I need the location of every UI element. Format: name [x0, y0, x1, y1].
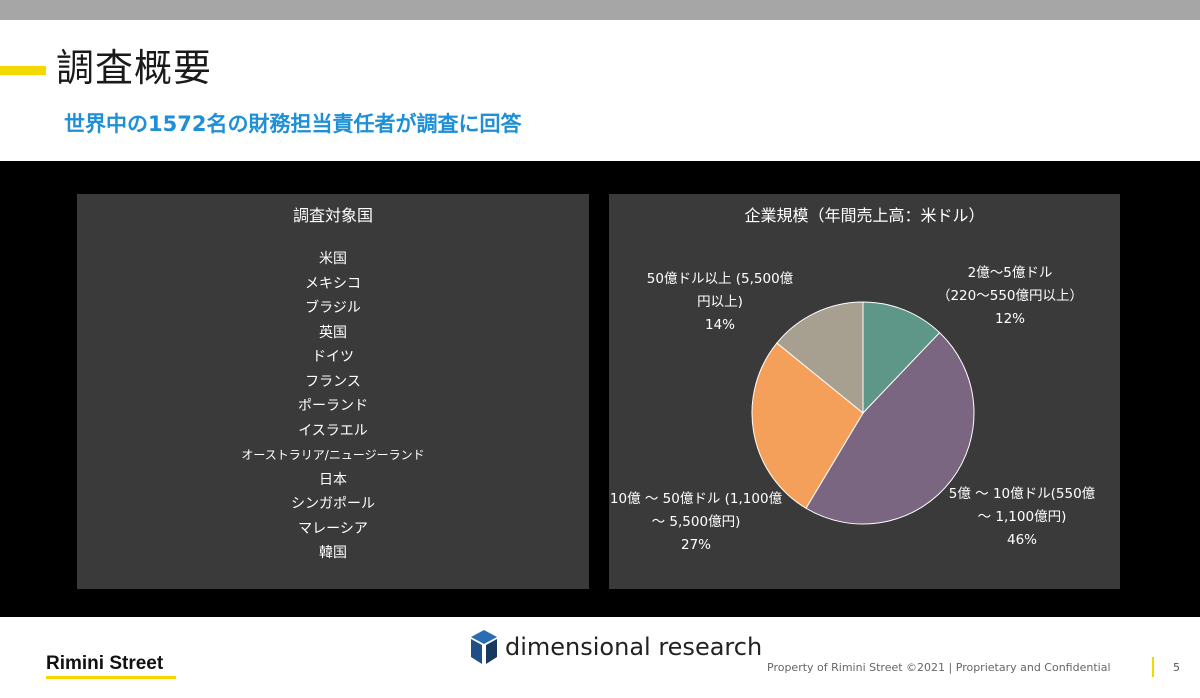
slice-label-line: 50億ドル以上 (5,500億 — [646, 271, 794, 287]
slice-percent: 46% — [1006, 532, 1037, 548]
country-item: オーストラリア/ニュージーランド — [241, 448, 425, 462]
country-item: フランス — [305, 373, 361, 390]
slice-label-line: ～ 1,100億円) — [977, 509, 1067, 525]
confidentiality-note: Property of Rimini Street ©2021 | Propri… — [767, 661, 1111, 674]
country-list: 米国 メキシコ ブラジル 英国 ドイツ フランス ポーランド イスラエル オース… — [77, 247, 589, 566]
slice-percent: 14% — [704, 317, 735, 333]
slice-label-line: （220～550億円以上） — [936, 288, 1084, 304]
countries-panel: 調査対象国 米国 メキシコ ブラジル 英国 ドイツ フランス ポーランド イスラ… — [77, 194, 589, 589]
slice-label-line: 2億～5億ドル — [967, 265, 1053, 281]
slice-label-50-plus: 50億ドル以上 (5,500億 円以上) 14% — [635, 268, 805, 337]
country-item: 米国 — [319, 251, 347, 267]
country-item: マレーシア — [298, 520, 368, 537]
page-title: 調査概要 — [56, 46, 213, 90]
title-accent-bar — [0, 66, 46, 75]
slice-percent: 27% — [680, 537, 711, 553]
page-number: 5 — [1173, 661, 1180, 674]
slice-label-10-50: 10億 ～ 50億ドル (1,100億 ～ 5,500億円) 27% — [609, 488, 783, 557]
rimini-logo-underline — [46, 676, 176, 679]
dimensional-research-logo: dimensional research — [469, 626, 762, 670]
country-item: ポーランド — [298, 398, 368, 414]
slice-label-line: 円以上) — [697, 294, 743, 310]
top-bar — [0, 0, 1200, 20]
country-item: 韓国 — [319, 545, 347, 561]
slice-label-line: ～ 5,500億円) — [651, 514, 741, 530]
countries-panel-title: 調査対象国 — [292, 206, 373, 225]
rimini-street-logo: Rimini Street — [46, 653, 164, 674]
country-item: ブラジル — [305, 300, 361, 316]
slice-label-2-5: 2億～5億ドル （220～550億円以上） 12% — [915, 262, 1105, 331]
page-subtitle: 世界中の1572名の財務担当責任者が調査に回答 — [64, 112, 522, 136]
page-number-divider — [1152, 657, 1154, 677]
country-item: 日本 — [319, 471, 347, 488]
slice-label-line: 5億 ～ 10億ドル(550億 — [948, 486, 1096, 502]
slice-label-5-10: 5億 ～ 10億ドル(550億 ～ 1,100億円) 46% — [927, 483, 1117, 552]
country-item: イスラエル — [298, 422, 368, 439]
slice-label-line: 10億 ～ 50億ドル (1,100億 — [609, 491, 783, 507]
slice-percent: 12% — [994, 311, 1025, 327]
country-item: シンガポール — [291, 496, 375, 512]
company-size-panel: 企業規模（年間売上高：米ドル） 2億～5億ドル （220～550億円以上） 12… — [609, 194, 1120, 589]
partner-name: dimensional research — [505, 633, 763, 661]
country-item: メキシコ — [305, 275, 361, 292]
country-item: ドイツ — [312, 349, 354, 365]
country-item: 英国 — [319, 324, 347, 341]
cube-icon — [471, 630, 497, 664]
